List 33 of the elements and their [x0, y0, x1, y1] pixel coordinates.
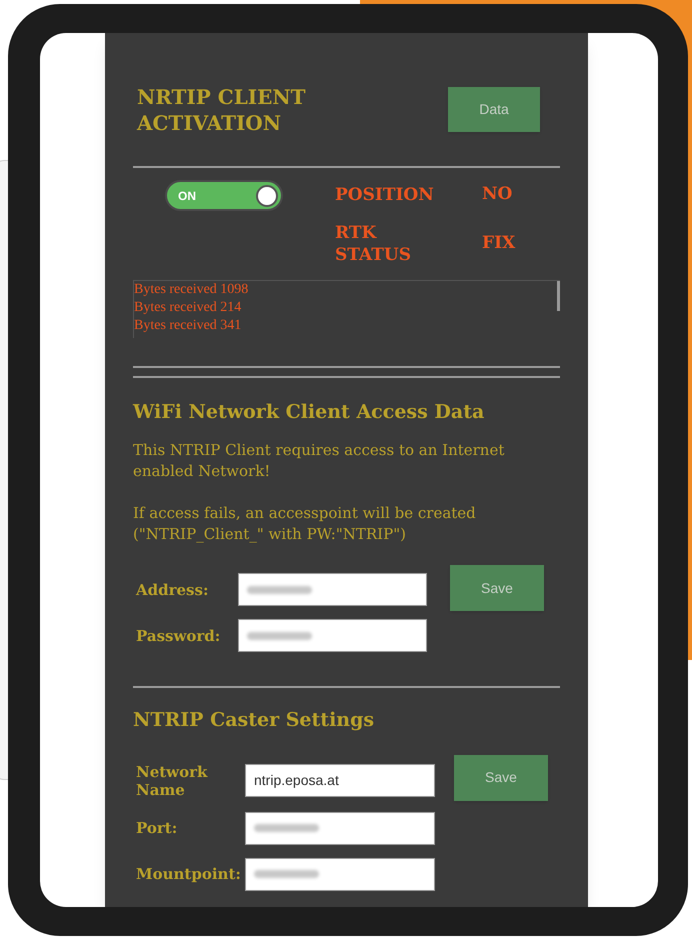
- blurred-value: [254, 870, 319, 878]
- field-label: Port:: [135, 819, 178, 837]
- log-line: Bytes received 341: [134, 316, 242, 334]
- input-field[interactable]: [245, 858, 435, 890]
- info-text: This NTRIP Client requires access to an Internet enabled Network!: [133, 440, 506, 482]
- save-button[interactable]: Save: [454, 754, 548, 800]
- status-value: FIX: [482, 232, 516, 255]
- input-field[interactable]: [238, 619, 427, 652]
- info-text: If access fails, an accesspoint will be created ("NTRIP_Client_" with PW:"NTRIP"): [133, 503, 477, 545]
- field-label: Mountpoint:: [135, 865, 242, 883]
- field-label: Network Name: [135, 762, 209, 798]
- status-value: NO: [482, 183, 512, 206]
- input-field[interactable]: [238, 573, 427, 606]
- section-title: NTRIP Caster Settings: [133, 708, 376, 733]
- section-title: WiFi Network Client Access Data: [133, 400, 486, 424]
- log-line: Bytes received 1098: [134, 280, 248, 298]
- toggle-label: ON: [177, 188, 197, 204]
- save-button[interactable]: Save: [450, 565, 544, 611]
- toggle-thumb: [256, 184, 278, 206]
- status-label: RTK STATUS: [335, 222, 412, 266]
- log-line: Bytes received 214: [134, 298, 242, 316]
- data-button[interactable]: Data: [448, 87, 540, 132]
- section-title: NRTIP CLIENT ACTIVATION: [137, 84, 307, 136]
- field-label: Password:: [135, 626, 222, 644]
- toggle-switch[interactable]: ON: [165, 180, 283, 211]
- blurred-value: [254, 824, 319, 832]
- field-label: Address:: [134, 580, 210, 598]
- input-field[interactable]: ntrip.eposa.at: [245, 764, 435, 797]
- blurred-value: [247, 632, 312, 640]
- status-label: POSITION: [335, 184, 435, 206]
- input-field[interactable]: [245, 812, 435, 844]
- scrollbar: [557, 280, 560, 310]
- blurred-value: [247, 586, 312, 594]
